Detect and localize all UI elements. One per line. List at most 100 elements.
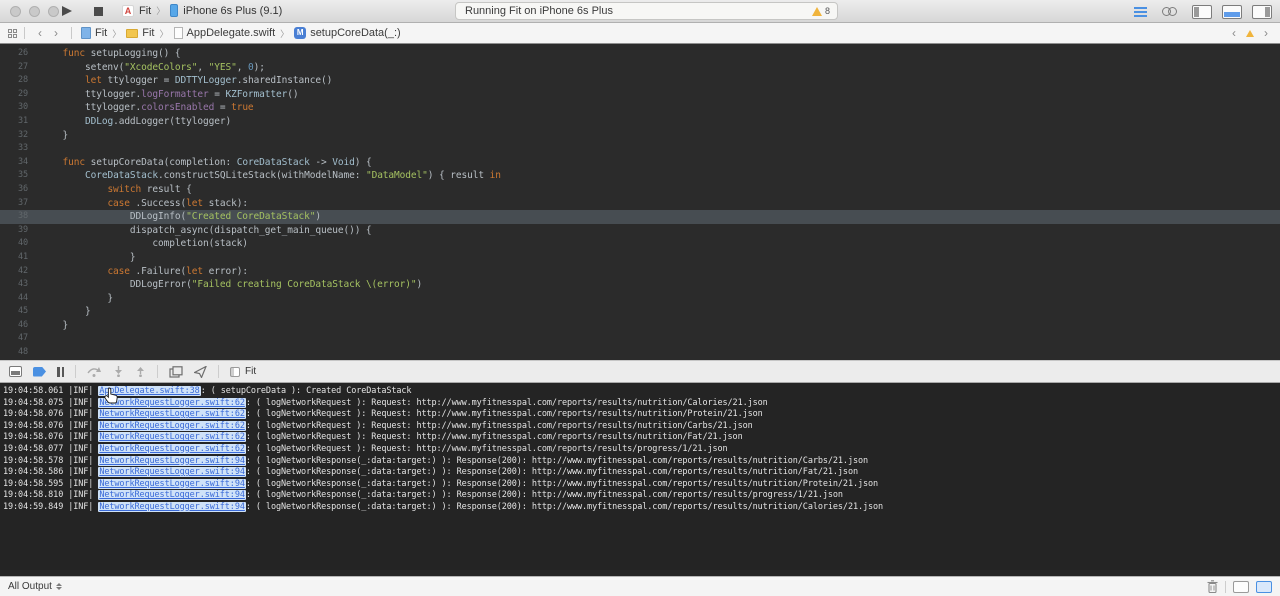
related-items-icon[interactable] (8, 29, 17, 38)
code-text[interactable]: setenv("XcodeColors", "YES", 0); (40, 61, 265, 75)
code-line[interactable]: 46 } (0, 319, 1280, 333)
code-line[interactable]: 35 CoreDataStack.constructSQLiteStack(wi… (0, 169, 1280, 183)
code-line[interactable]: 28 let ttylogger = DDTTYLogger.sharedIns… (0, 74, 1280, 88)
close-window-icon[interactable] (10, 6, 21, 17)
line-number-gutter[interactable]: 37 (0, 197, 40, 211)
zoom-window-icon[interactable] (48, 6, 59, 17)
issues-badge[interactable]: 8 (812, 6, 830, 16)
code-text[interactable]: ttylogger.colorsEnabled = true (40, 101, 254, 115)
line-number-gutter[interactable]: 41 (0, 251, 40, 265)
code-line[interactable]: 44 } (0, 292, 1280, 306)
code-text[interactable]: } (40, 319, 68, 333)
assistant-editor-button[interactable] (1158, 4, 1182, 19)
code-text[interactable]: dispatch_async(dispatch_get_main_queue()… (40, 224, 372, 238)
code-line[interactable]: 39 dispatch_async(dispatch_get_main_queu… (0, 224, 1280, 238)
code-text[interactable]: } (40, 129, 68, 143)
console-file-link[interactable]: NetworkRequestLogger.swift:94 (98, 467, 246, 477)
traffic-lights[interactable] (10, 6, 59, 17)
console-file-link[interactable]: NetworkRequestLogger.swift:62 (98, 398, 246, 408)
show-variables-view-button[interactable] (1233, 581, 1249, 593)
line-number-gutter[interactable]: 28 (0, 74, 40, 88)
standard-editor-button[interactable] (1128, 4, 1152, 19)
line-number-gutter[interactable]: 45 (0, 305, 40, 319)
line-number-gutter[interactable]: 43 (0, 278, 40, 292)
breadcrumb-project[interactable]: Fit (81, 27, 107, 39)
breadcrumb-label[interactable]: setupCoreData(_:) (310, 27, 401, 39)
view-ui-hierarchy-icon[interactable] (169, 366, 183, 378)
breadcrumb-label[interactable]: Fit (142, 27, 154, 39)
code-text[interactable]: } (40, 305, 91, 319)
code-line[interactable]: 42 case .Failure(let error): (0, 265, 1280, 279)
code-line[interactable]: 48 (0, 346, 1280, 360)
code-line[interactable]: 34 func setupCoreData(completion: CoreDa… (0, 156, 1280, 170)
output-filter-dropdown[interactable]: All Output (8, 581, 62, 592)
breakpoints-toggle-icon[interactable] (33, 367, 46, 377)
code-text[interactable]: DDLog.addLogger(ttylogger) (40, 115, 231, 129)
minimize-window-icon[interactable] (29, 6, 40, 17)
code-text[interactable]: DDLogInfo("Created CoreDataStack") (40, 210, 321, 224)
code-line[interactable]: 38 DDLogInfo("Created CoreDataStack") (0, 210, 1280, 224)
code-text[interactable]: case .Failure(let error): (40, 265, 248, 279)
process-selector[interactable]: Fit (230, 366, 256, 377)
line-number-gutter[interactable]: 48 (0, 346, 40, 360)
line-number-gutter[interactable]: 27 (0, 61, 40, 75)
console-file-link[interactable]: NetworkRequestLogger.swift:62 (98, 409, 246, 419)
simulate-location-icon[interactable] (194, 366, 207, 378)
code-text[interactable]: DDLogError("Failed creating CoreDataStac… (40, 278, 422, 292)
line-number-gutter[interactable]: 33 (0, 142, 40, 156)
scheme-name[interactable]: Fit (139, 5, 151, 17)
breadcrumb-file[interactable]: AppDelegate.swift (174, 27, 276, 39)
clear-console-icon[interactable] (1207, 580, 1218, 593)
console-file-link[interactable]: NetworkRequestLogger.swift:62 (98, 432, 246, 442)
code-text[interactable]: completion(stack) (40, 237, 248, 251)
show-console-view-button[interactable] (1256, 581, 1272, 593)
console-file-link[interactable]: NetworkRequestLogger.swift:62 (98, 444, 246, 454)
process-name[interactable]: Fit (245, 366, 256, 377)
code-line[interactable]: 26 func setupLogging() { (0, 47, 1280, 61)
line-number-gutter[interactable]: 35 (0, 169, 40, 183)
toggle-utilities-button[interactable] (1250, 4, 1274, 19)
code-text[interactable]: } (40, 251, 136, 265)
code-text[interactable]: CoreDataStack.constructSQLiteStack(withM… (40, 169, 501, 183)
code-line[interactable]: 30 ttylogger.colorsEnabled = true (0, 101, 1280, 115)
back-button[interactable]: ‹ (32, 26, 48, 40)
console-file-link[interactable]: NetworkRequestLogger.swift:62 (98, 421, 246, 431)
warning-icon[interactable] (1246, 30, 1254, 37)
line-number-gutter[interactable]: 26 (0, 47, 40, 61)
breadcrumb-label[interactable]: AppDelegate.swift (187, 27, 276, 39)
run-button[interactable] (62, 6, 72, 16)
line-number-gutter[interactable]: 42 (0, 265, 40, 279)
code-line[interactable]: 33 (0, 142, 1280, 156)
line-number-gutter[interactable]: 29 (0, 88, 40, 102)
breadcrumb-group[interactable]: Fit (126, 27, 154, 39)
console-file-link[interactable]: NetworkRequestLogger.swift:94 (98, 502, 246, 512)
output-filter-label[interactable]: All Output (8, 581, 52, 592)
code-line[interactable]: 29 ttylogger.logFormatter = KZFormatter(… (0, 88, 1280, 102)
line-number-gutter[interactable]: 46 (0, 319, 40, 333)
code-text[interactable]: func setupLogging() { (40, 47, 181, 61)
code-line[interactable]: 32 } (0, 129, 1280, 143)
forward-button[interactable]: › (48, 26, 64, 40)
code-text[interactable]: switch result { (40, 183, 192, 197)
code-line[interactable]: 47 (0, 332, 1280, 346)
code-line[interactable]: 27 setenv("XcodeColors", "YES", 0); (0, 61, 1280, 75)
stop-button[interactable] (94, 7, 103, 16)
breadcrumb-label[interactable]: Fit (95, 27, 107, 39)
line-number-gutter[interactable]: 40 (0, 237, 40, 251)
next-issue-button[interactable]: › (1258, 26, 1274, 40)
step-out-icon[interactable] (135, 366, 146, 377)
line-number-gutter[interactable]: 34 (0, 156, 40, 170)
line-number-gutter[interactable]: 30 (0, 101, 40, 115)
line-number-gutter[interactable]: 38 (0, 210, 40, 224)
code-line[interactable]: 37 case .Success(let stack): (0, 197, 1280, 211)
breadcrumb-method[interactable]: M setupCoreData(_:) (294, 27, 401, 39)
code-line[interactable]: 43 DDLogError("Failed creating CoreDataS… (0, 278, 1280, 292)
hide-debug-area-icon[interactable] (9, 366, 22, 377)
code-line[interactable]: 40 completion(stack) (0, 237, 1280, 251)
code-text[interactable]: func setupCoreData(completion: CoreDataS… (40, 156, 372, 170)
step-into-icon[interactable] (113, 366, 124, 377)
line-number-gutter[interactable]: 36 (0, 183, 40, 197)
step-over-icon[interactable] (87, 366, 102, 377)
code-text[interactable]: let ttylogger = DDTTYLogger.sharedInstan… (40, 74, 332, 88)
debug-console[interactable]: 19:04:58.061 |INF| AppDelegate.swift:38:… (0, 383, 1280, 576)
